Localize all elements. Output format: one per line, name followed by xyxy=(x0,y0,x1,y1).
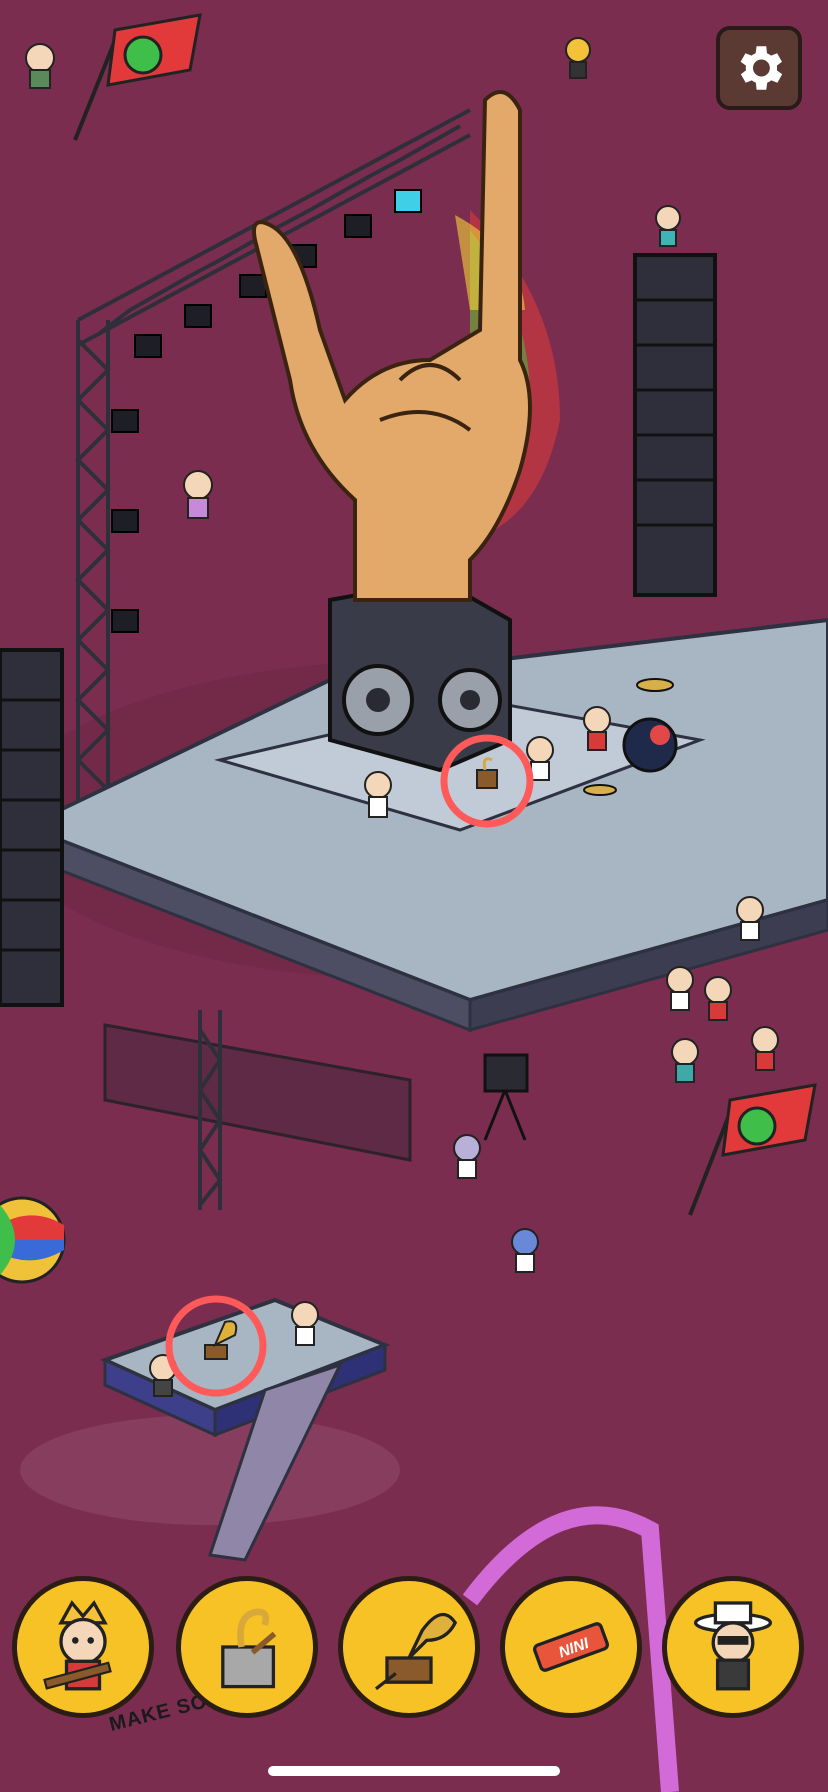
girl-with-white-hat-and-sunglasses-icon xyxy=(693,1601,773,1691)
gear-icon xyxy=(740,46,783,90)
character[interactable] xyxy=(364,771,392,818)
item-slot-gramophone[interactable] xyxy=(338,1576,480,1718)
settings-button[interactable] xyxy=(716,26,802,110)
character[interactable] xyxy=(751,1026,779,1071)
item-slot-girl-white-hat[interactable] xyxy=(662,1576,804,1718)
saxophone-case-icon xyxy=(221,1608,277,1689)
character[interactable] xyxy=(453,1134,481,1179)
character[interactable] xyxy=(655,205,681,247)
game-scene[interactable] xyxy=(0,0,828,1792)
item-slot-nini-wristband[interactable]: NINI xyxy=(500,1576,642,1718)
character[interactable] xyxy=(565,37,591,79)
character[interactable] xyxy=(511,1228,539,1273)
item-slot-rocker-girl[interactable] xyxy=(12,1576,154,1718)
character[interactable] xyxy=(704,976,732,1021)
character[interactable] xyxy=(736,896,764,941)
nini-wristband-icon: NINI xyxy=(532,1622,610,1672)
character[interactable] xyxy=(25,43,55,89)
character[interactable] xyxy=(291,1301,319,1346)
rocker-girl-with-guitar-icon xyxy=(43,1600,112,1691)
home-indicator[interactable] xyxy=(268,1766,560,1776)
item-slot-saxophone-case[interactable] xyxy=(176,1576,318,1718)
right-speaker-stack xyxy=(633,253,717,597)
character[interactable] xyxy=(671,1038,699,1083)
gramophone-icon xyxy=(374,1612,458,1691)
character[interactable] xyxy=(583,706,611,751)
character[interactable] xyxy=(666,966,694,1011)
item-tray: NINI xyxy=(0,1568,828,1740)
character[interactable] xyxy=(183,470,213,519)
left-speaker-stack xyxy=(0,648,64,1007)
